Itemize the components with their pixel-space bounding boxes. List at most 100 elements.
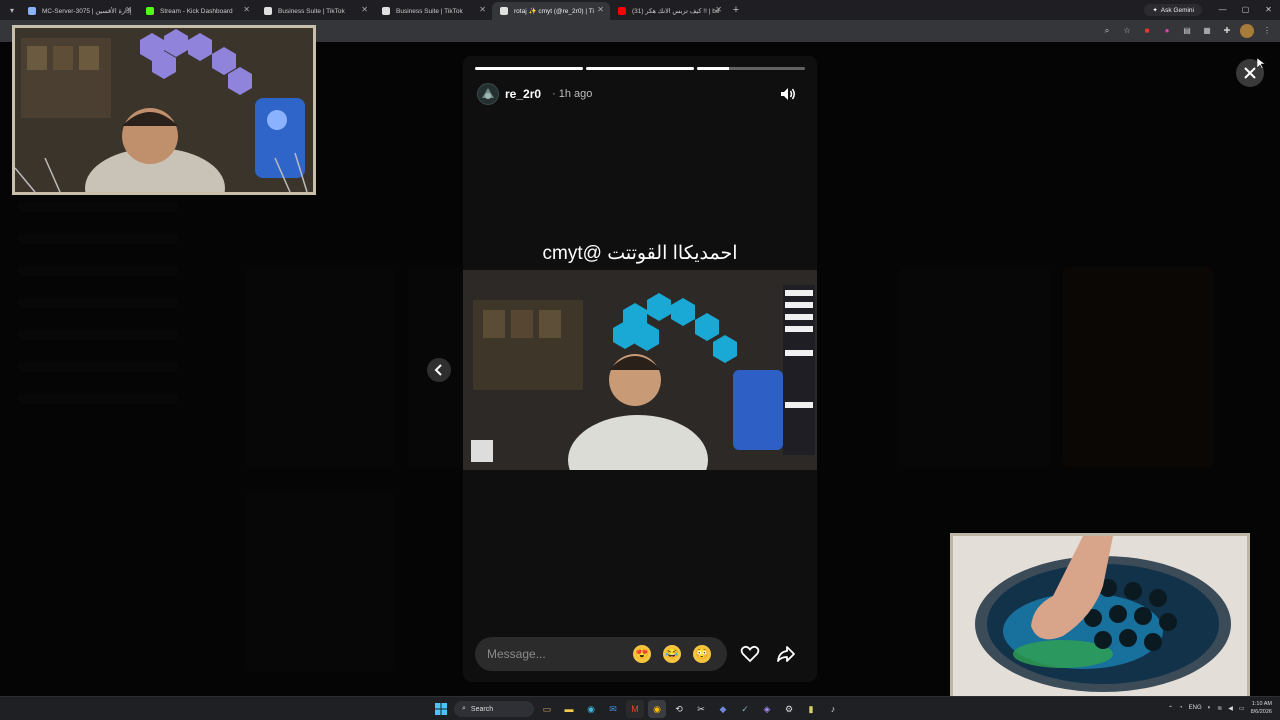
chrome-icon[interactable]: ◉ [648, 700, 666, 718]
taskbar-search-label: Search [470, 705, 494, 713]
sparkle-icon: ✦ [1152, 7, 1158, 14]
tab-close-icon[interactable]: ✕ [479, 5, 486, 14]
system-tray: ⌃ ◔ ENG ◐ ≋ ◀ ▭ 1:10 AM 8/6/2026 [1168, 700, 1272, 716]
message-input[interactable]: Message... 😍 😂 😳 [475, 637, 727, 671]
clock-date: 8/6/2026 [1250, 709, 1272, 715]
tab-label: Business Suite | TikTok [278, 7, 345, 15]
discord-icon[interactable]: ◆ [714, 700, 732, 718]
search-icon: ⌕ [462, 705, 466, 712]
progress-fill [586, 67, 694, 70]
close-window-button[interactable]: ✕ [1257, 0, 1280, 20]
tab-label: Stream - Kick Dashboard [160, 7, 233, 15]
progress-segment [697, 67, 805, 70]
emoji-laughing-button[interactable]: 😂 [663, 645, 681, 663]
bookmark-star-icon[interactable]: ☆ [1120, 24, 1134, 38]
menu-kebab-icon[interactable]: ⋮ [1260, 24, 1274, 38]
tab-close-icon[interactable]: ✕ [597, 5, 604, 14]
volume-icon[interactable]: ◀ [1228, 705, 1233, 712]
browser-tab[interactable]: MC-Server-3075 | إدارة الأقسين ✕ [20, 2, 138, 20]
progress-fill [697, 67, 730, 70]
tab-label: Business Suite | TikTok [396, 7, 463, 15]
chevron-left-icon[interactable] [427, 358, 451, 382]
tab-close-icon[interactable]: ✕ [361, 5, 368, 14]
app-tray-icon[interactable]: ◐ [1208, 705, 1212, 711]
taskbar-apps: ⌕ Search ▭ ▬ ◉ ✉ M ◉ ⟲ ✂ ◆ ✓ ◈ ⚙ ▮ ♪ [432, 700, 842, 718]
steam-icon[interactable]: ✓ [736, 700, 754, 718]
story-progress [475, 67, 805, 70]
story-media [463, 270, 817, 470]
tab-favicon [28, 7, 36, 15]
story-caption: احمديكاا القوتتت @cmyt [542, 243, 738, 264]
story-timestamp: · 1h ago [552, 88, 593, 100]
tab-close-icon[interactable]: ✕ [715, 5, 722, 14]
tab-favicon [146, 7, 154, 15]
browser-tab-active[interactable]: rotaj ✨ cmyt (@re_2r0) | Ti ✕ [492, 2, 610, 20]
maximize-button[interactable]: ▢ [1234, 0, 1257, 20]
windows-start-icon[interactable] [432, 700, 450, 718]
battery-icon[interactable]: ▭ [1239, 705, 1245, 712]
browser-tab[interactable]: Stream - Kick Dashboard ✕ [138, 2, 256, 20]
app-icon[interactable]: ◈ [758, 700, 776, 718]
story-viewer: re_2r0 · 1h ago احمديكاا القوتتت @cmyt M… [463, 56, 817, 682]
message-placeholder: Message... [487, 647, 546, 661]
gmail-icon[interactable]: M [626, 700, 644, 718]
browser-tab[interactable]: Business Suite | TikTok ✕ [256, 2, 374, 20]
tab-favicon [382, 7, 390, 15]
tab-search-icon[interactable]: ▾ [4, 6, 20, 15]
tab-close-icon[interactable]: ✕ [125, 5, 132, 14]
app-icon[interactable]: ▮ [802, 700, 820, 718]
capcut-icon[interactable]: ✂ [692, 700, 710, 718]
ask-gemini-label: Ask Gemini [1160, 6, 1194, 14]
profile-avatar[interactable] [1240, 24, 1254, 38]
extension-icon[interactable]: ▦ [1200, 24, 1214, 38]
browser-tab[interactable]: (31) كيف تربس الانك هكر !! | be ✕ [610, 2, 728, 20]
tab-label: MC-Server-3075 | إدارة الأقسين [42, 8, 132, 15]
widgets-icon[interactable]: ▭ [538, 700, 556, 718]
ask-gemini-button[interactable]: ✦ Ask Gemini [1144, 4, 1202, 16]
extension-icon[interactable]: ▤ [1180, 24, 1194, 38]
extension-icon[interactable]: ● [1160, 24, 1174, 38]
file-explorer-icon[interactable]: ▬ [560, 700, 578, 718]
window-controls: — ▢ ✕ [1211, 0, 1280, 20]
zoom-icon[interactable]: ⌕ [1100, 24, 1114, 38]
language-indicator[interactable]: ENG [1189, 705, 1202, 711]
progress-segment [475, 67, 583, 70]
browser-tab[interactable]: Business Suite | TikTok ✕ [374, 2, 492, 20]
heart-icon[interactable] [739, 643, 761, 665]
wifi-icon[interactable]: ≋ [1217, 705, 1222, 712]
tiktok-icon[interactable]: ♪ [824, 700, 842, 718]
taskbar-search[interactable]: ⌕ Search [454, 701, 534, 717]
toolbar-actions: ⌕ ☆ ■ ● ▤ ▦ ✚ ⋮ [1100, 24, 1274, 38]
tab-favicon [264, 7, 272, 15]
tab-label: (31) كيف تربس الانك هكر !! | be [632, 8, 720, 15]
share-icon[interactable] [775, 643, 797, 665]
extensions-puzzle-icon[interactable]: ✚ [1220, 24, 1234, 38]
progress-segment [586, 67, 694, 70]
mail-icon[interactable]: ✉ [604, 700, 622, 718]
tab-favicon [500, 7, 508, 15]
app-icon[interactable]: ⟲ [670, 700, 688, 718]
emoji-heart-eyes-button[interactable]: 😍 [633, 645, 651, 663]
picture-in-picture-video[interactable] [950, 533, 1250, 701]
taskbar: ⌕ Search ▭ ▬ ◉ ✉ M ◉ ⟲ ✂ ◆ ✓ ◈ ⚙ ▮ ♪ ⌃ ◔ … [0, 696, 1280, 720]
extension-icon[interactable]: ■ [1140, 24, 1154, 38]
speaker-icon[interactable] [779, 85, 797, 103]
tab-close-icon[interactable]: ✕ [243, 5, 250, 14]
tab-favicon [618, 7, 626, 15]
browser-tab-bar: ▾ MC-Server-3075 | إدارة الأقسين ✕ Stream… [0, 0, 1280, 20]
clock[interactable]: 1:10 AM 8/6/2026 [1251, 700, 1272, 716]
emoji-flushed-button[interactable]: 😳 [693, 645, 711, 663]
new-tab-button[interactable]: + [728, 4, 744, 16]
minimize-button[interactable]: — [1211, 0, 1234, 20]
clock-time: 1:10 AM [1251, 701, 1272, 707]
settings-gear-icon[interactable]: ⚙ [780, 700, 798, 718]
avatar[interactable] [477, 83, 499, 105]
edge-icon[interactable]: ◉ [582, 700, 600, 718]
mouse-cursor-icon [1256, 57, 1266, 70]
story-username[interactable]: re_2r0 [505, 87, 541, 101]
progress-fill [475, 67, 583, 70]
webcam-overlay [12, 25, 316, 195]
chevron-up-icon[interactable]: ⌃ [1168, 705, 1173, 712]
tab-label: rotaj ✨ cmyt (@re_2r0) | Ti [514, 8, 594, 15]
app-tray-icon[interactable]: ◔ [1179, 705, 1183, 711]
